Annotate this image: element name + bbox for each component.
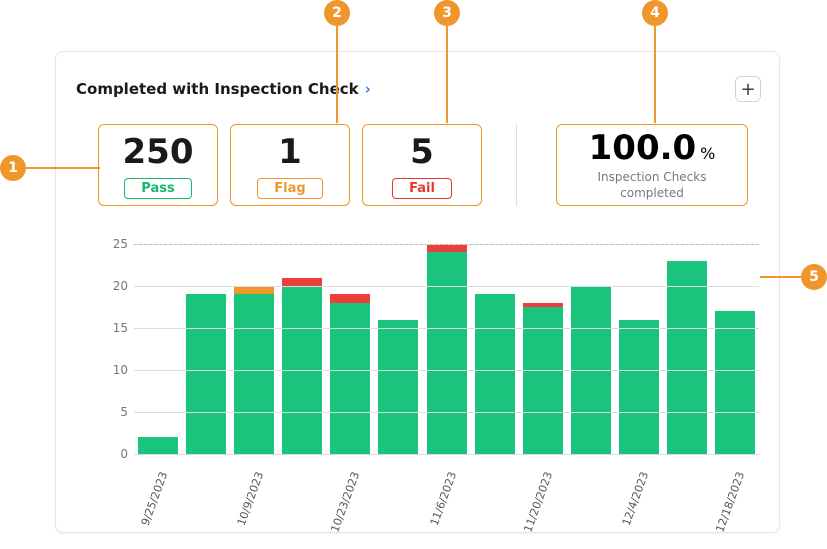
y-tick-label: 0: [104, 447, 128, 461]
dashboard-card: Completed with Inspection Check › + 250 …: [55, 51, 780, 533]
y-tick-label: 5: [104, 405, 128, 419]
callout-leader-2: [336, 26, 338, 123]
card-title-row[interactable]: Completed with Inspection Check ›: [76, 80, 371, 98]
callout-pin-2: 2: [324, 0, 350, 26]
x-tick-label: 12/4/2023: [620, 470, 652, 527]
x-tick-label: 10/9/2023: [235, 470, 267, 527]
bar-seg-flag: [234, 286, 274, 294]
card-title: Completed with Inspection Check: [76, 80, 359, 98]
bar-seg-fail: [282, 278, 322, 286]
callout-pin-5: 5: [801, 264, 827, 290]
stat-pass-label: Pass: [124, 178, 191, 199]
bar-seg-pass: [475, 294, 515, 454]
bar-seg-pass: [138, 437, 178, 454]
callout-pin-4: 4: [642, 0, 668, 26]
stat-pass[interactable]: 250 Pass: [98, 124, 218, 206]
callout-leader-1: [26, 167, 100, 169]
stat-fail[interactable]: 5 Fail: [362, 124, 482, 206]
percent-sub2: completed: [620, 186, 684, 200]
gridline: [134, 286, 759, 287]
percent-value: 100.0: [589, 128, 697, 168]
stat-flag-label: Flag: [257, 178, 322, 199]
y-tick-label: 25: [104, 237, 128, 251]
gridline: [134, 454, 759, 455]
bar-seg-pass: [234, 294, 274, 454]
vertical-divider: [516, 124, 517, 206]
add-button[interactable]: +: [735, 76, 761, 102]
callout-leader-5: [760, 276, 801, 278]
bar-seg-pass: [523, 307, 563, 454]
chevron-right-icon: ›: [365, 80, 371, 98]
bar-seg-fail: [523, 303, 563, 307]
bar-seg-pass: [619, 320, 659, 454]
inspection-bar-chart: 0510152025: [104, 244, 759, 454]
y-tick-label: 20: [104, 279, 128, 293]
gridline: [134, 412, 759, 413]
stat-flag[interactable]: 1 Flag: [230, 124, 350, 206]
stat-pass-value: 250: [123, 132, 194, 172]
stat-fail-label: Fail: [392, 178, 452, 199]
x-tick-label: 11/6/2023: [427, 470, 459, 527]
stat-percent[interactable]: 100.0 % Inspection Checks completed: [556, 124, 748, 206]
percent-unit: %: [700, 144, 715, 163]
plus-icon: +: [740, 79, 755, 100]
callout-leader-4: [654, 26, 656, 123]
stat-fail-value: 5: [410, 132, 434, 172]
bar-seg-pass: [330, 303, 370, 454]
bar-seg-pass: [715, 311, 755, 454]
bar-seg-fail: [427, 244, 467, 252]
x-tick-label: 10/23/2023: [329, 470, 363, 534]
x-tick-label: 12/18/2023: [713, 470, 747, 534]
x-tick-label: 9/25/2023: [139, 470, 171, 527]
x-tick-label: 11/20/2023: [521, 470, 555, 534]
stat-flag-value: 1: [278, 132, 302, 172]
percent-sub1: Inspection Checks: [598, 170, 707, 184]
bar-seg-pass: [667, 261, 707, 454]
gridline: [134, 328, 759, 329]
bar-seg-fail: [330, 294, 370, 302]
bar-seg-pass: [427, 252, 467, 454]
callout-pin-1: 1: [0, 155, 26, 181]
callout-leader-3: [446, 26, 448, 123]
callout-pin-3: 3: [434, 0, 460, 26]
bar-seg-pass: [378, 320, 418, 454]
bar-seg-pass: [186, 294, 226, 454]
gridline-highlight: [134, 244, 759, 245]
chart-x-labels: 9/25/202310/9/202310/23/202311/6/202311/…: [104, 460, 759, 520]
gridline: [134, 370, 759, 371]
y-tick-label: 15: [104, 321, 128, 335]
y-tick-label: 10: [104, 363, 128, 377]
